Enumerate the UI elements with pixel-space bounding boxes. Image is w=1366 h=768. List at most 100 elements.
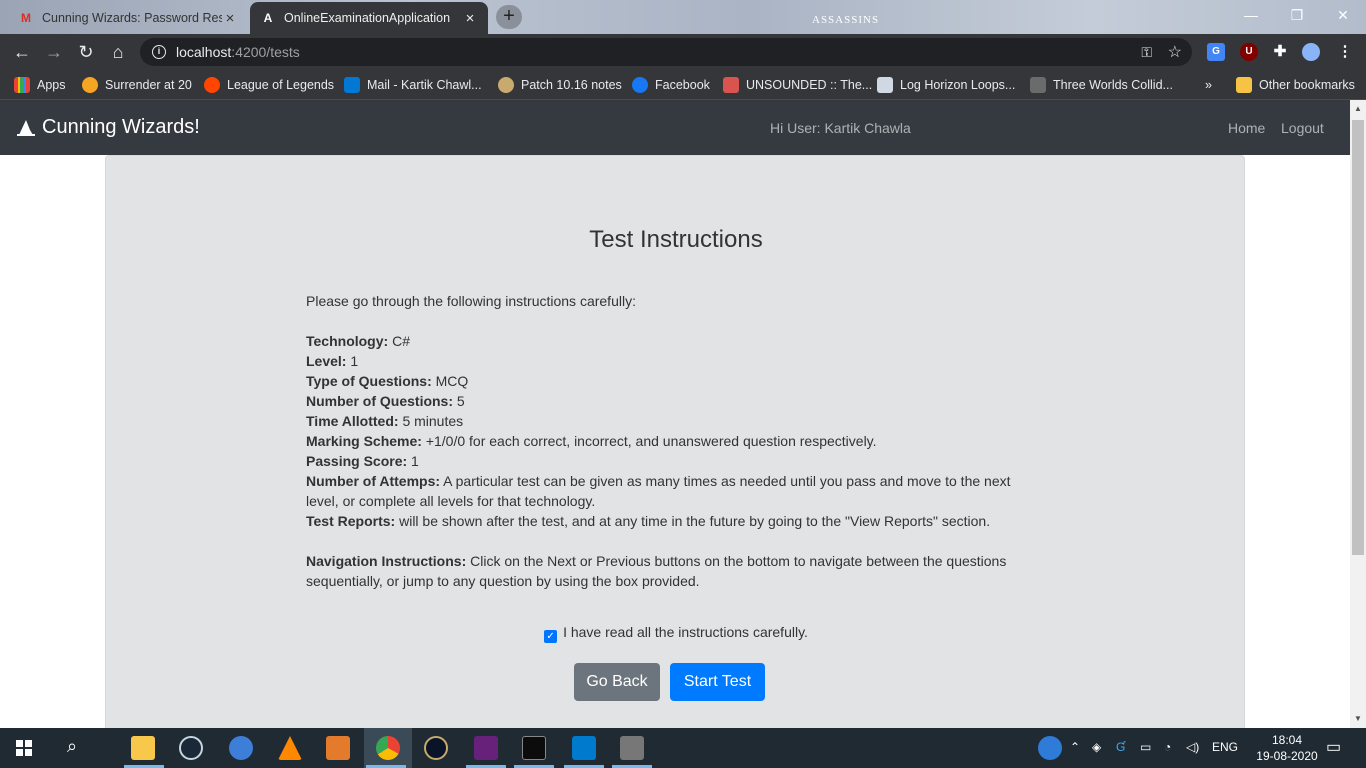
reddit-icon — [204, 77, 220, 93]
battery-icon[interactable]: ▭ — [1140, 740, 1151, 754]
back-arrow-icon[interactable]: ← — [10, 40, 34, 64]
system-clock[interactable]: 18:04 19-08-2020 — [1254, 732, 1320, 764]
notifications-icon[interactable]: ▭ — [1326, 737, 1341, 757]
bookmark-unsounded[interactable]: UNSOUNDED :: The... — [723, 77, 872, 93]
scroll-up-arrow-icon[interactable]: ▲ — [1354, 104, 1362, 113]
restore-icon[interactable]: ❐ — [1274, 0, 1320, 30]
instruction-time-allotted: Time Allotted: 5 minutes — [306, 413, 464, 429]
tab-title: Cunning Wizards: Password Rese — [42, 11, 222, 25]
windows-start-icon[interactable] — [16, 740, 32, 756]
start-test-button[interactable]: Start Test — [670, 663, 765, 701]
vlc-icon[interactable] — [278, 736, 302, 760]
key-icon[interactable]: ⚿ — [1141, 44, 1152, 61]
outlook-icon — [344, 77, 360, 93]
bookmarks-overflow-button[interactable]: » — [1205, 77, 1212, 93]
brand-text: Cunning Wizards! — [42, 116, 200, 138]
tab-gmail[interactable]: M Cunning Wizards: Password Rese × — [8, 2, 248, 34]
qbittorrent-icon[interactable] — [229, 736, 253, 760]
minimize-icon[interactable]: — — [1228, 0, 1274, 30]
extensions-puzzle-icon[interactable]: ✚ — [1271, 43, 1289, 61]
bookmark-league-reddit[interactable]: League of Legends — [204, 77, 334, 93]
acknowledge-label[interactable]: I have read all the instructions careful… — [563, 624, 808, 640]
bookmark-apps[interactable]: Apps — [14, 77, 66, 93]
ublock-extension-icon[interactable]: U — [1240, 43, 1258, 61]
wizard-hat-icon — [17, 119, 35, 136]
tools-icon[interactable] — [620, 736, 644, 760]
network-drive-icon[interactable]: ◈ — [1092, 740, 1101, 754]
nav-logout-link[interactable]: Logout — [1281, 120, 1324, 136]
url-path: :4200/tests — [231, 44, 300, 60]
instruction-level: Level: 1 — [306, 353, 359, 369]
url-host: localhost — [176, 44, 232, 60]
bookmark-facebook[interactable]: Facebook — [632, 77, 710, 93]
home-icon[interactable]: ⌂ — [106, 40, 130, 64]
instruction-test-reports: Test Reports: will be shown after the te… — [306, 513, 991, 529]
volume-icon[interactable]: ◁) — [1186, 740, 1199, 754]
apps-grid-icon — [14, 77, 30, 93]
steam-icon[interactable] — [179, 736, 203, 760]
scroll-down-arrow-icon[interactable]: ▼ — [1354, 714, 1362, 723]
close-tab-icon[interactable]: × — [222, 10, 238, 27]
sync-icon[interactable]: Ɠ — [1116, 740, 1125, 754]
menu-kebab-icon[interactable]: ⋮ — [1336, 43, 1354, 61]
go-back-button[interactable]: Go Back — [574, 663, 660, 701]
facebook-icon — [632, 77, 648, 93]
league-client-icon[interactable] — [424, 736, 448, 760]
new-tab-button[interactable]: + — [496, 5, 522, 29]
close-tab-icon[interactable]: × — [462, 10, 478, 27]
folder-icon — [1236, 77, 1252, 93]
search-icon[interactable]: ⌕ — [60, 736, 84, 760]
page-scrollbar[interactable]: ▲ ▼ — [1350, 100, 1366, 728]
brand-link[interactable]: Cunning Wizards! — [16, 116, 200, 139]
page-title: Test Instructions — [589, 226, 763, 253]
bookmark-three-worlds[interactable]: Three Worlds Collid... — [1030, 77, 1173, 93]
close-window-icon[interactable]: ✕ — [1320, 0, 1366, 30]
translate-extension-icon[interactable]: G — [1207, 43, 1225, 61]
league-icon — [498, 77, 514, 93]
instruction-marking-scheme: Marking Scheme: +1/0/0 for each correct,… — [306, 433, 877, 449]
tab-title: OnlineExaminationApplication — [284, 11, 451, 25]
unsounded-icon — [723, 77, 739, 93]
lw-icon — [1030, 77, 1046, 93]
user-greeting: Hi User: Kartik Chawla — [770, 120, 911, 136]
instruction-question-type: Type of Questions: MCQ — [306, 373, 469, 389]
building-icon — [877, 77, 893, 93]
nav-home-link[interactable]: Home — [1228, 120, 1265, 136]
visual-studio-icon[interactable] — [474, 736, 498, 760]
bookmark-patch-notes[interactable]: Patch 10.16 notes — [498, 77, 622, 93]
browser-tab-strip: M Cunning Wizards: Password Rese × A Onl… — [0, 0, 1366, 34]
windows-taskbar: ⌕ ⌃ ◈ Ɠ ▭ ◔ ◁) ENG 18:04 19-08-2020 ▭ — [0, 728, 1366, 768]
language-indicator[interactable]: ENG — [1212, 740, 1238, 754]
terminal-icon[interactable] — [522, 736, 546, 760]
chrome-icon[interactable] — [376, 736, 400, 760]
reload-icon[interactable]: ↻ — [74, 40, 98, 64]
wallpaper-logo: ASSASSINS — [812, 14, 880, 26]
address-bar[interactable]: i localhost:4200/tests ⚿ ☆ — [140, 38, 1192, 66]
help-icon[interactable] — [1038, 736, 1062, 760]
tray-overflow-icon[interactable]: ⌃ — [1070, 740, 1080, 754]
instruction-passing-score: Passing Score: 1 — [306, 453, 419, 469]
star-icon[interactable]: ☆ — [1168, 42, 1182, 62]
wifi-icon[interactable]: ◔ — [1164, 740, 1171, 754]
app-navbar: Cunning Wizards! Hi User: Kartik Chawla … — [0, 100, 1350, 155]
bookmark-surrender[interactable]: Surrender at 20 — [82, 77, 192, 93]
instructions-card: Test Instructions Please go through the … — [105, 155, 1245, 728]
instruction-attempts: Number of Attemps: A particular test can… — [306, 473, 1011, 509]
tab-online-exam[interactable]: A OnlineExaminationApplication × — [250, 2, 488, 34]
instruction-technology: Technology: C# — [306, 333, 410, 349]
bookmarks-bar: Apps Surrender at 20 League of Legends M… — [0, 70, 1366, 100]
scrollbar-thumb[interactable] — [1352, 120, 1364, 555]
vscode-icon[interactable] — [572, 736, 596, 760]
instruction-question-count: Number of Questions: 5 — [306, 393, 465, 409]
other-bookmarks[interactable]: Other bookmarks — [1236, 77, 1355, 93]
media-player-icon[interactable] — [326, 736, 350, 760]
instructions-content: Please go through the following instruct… — [306, 291, 1046, 591]
bookmark-log-horizon[interactable]: Log Horizon Loops... — [877, 77, 1015, 93]
bookmark-mail[interactable]: Mail - Kartik Chawl... — [344, 77, 482, 93]
acknowledge-checkbox[interactable]: ✓ — [544, 630, 558, 643]
file-explorer-icon[interactable] — [131, 736, 155, 760]
web-page: Cunning Wizards! Hi User: Kartik Chawla … — [0, 100, 1350, 728]
site-info-icon[interactable]: i — [152, 45, 166, 59]
profile-avatar[interactable] — [1302, 43, 1320, 61]
forward-arrow-icon[interactable]: → — [42, 40, 66, 64]
